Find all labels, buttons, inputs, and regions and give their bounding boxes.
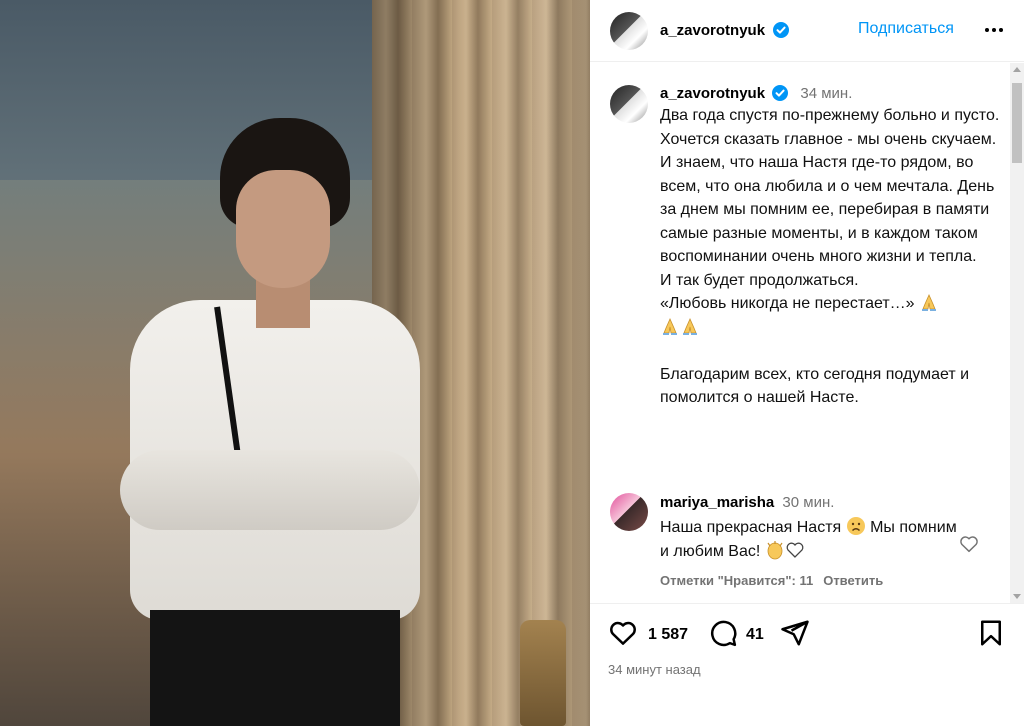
comment-text-part1: Наша прекрасная Настя (660, 519, 842, 536)
face (236, 170, 330, 288)
clapping-hands-emoji (767, 540, 783, 559)
post-caption: a_zavorotnyuk 34 мин. Два года спустя по… (610, 85, 1000, 410)
commenter-username[interactable]: mariya_marisha (660, 494, 774, 511)
post-actions-footer: 1 587 41 34 минут назад (590, 603, 1024, 726)
comment-meta: mariya_marisha 30 мин. (660, 493, 960, 513)
bookmark-icon[interactable] (976, 618, 1006, 648)
curtain-tassel (520, 620, 566, 726)
posted-time[interactable]: 34 минут назад (608, 662, 701, 677)
verified-icon (772, 85, 789, 101)
follow-button[interactable]: Подписаться (858, 20, 954, 38)
scroll-up-arrow[interactable] (1013, 67, 1021, 72)
caption-text: Два года спустя по-прежнему больно и пус… (660, 104, 1000, 410)
verified-icon (772, 21, 789, 38)
comment-icon[interactable] (708, 618, 738, 648)
scroll-down-arrow[interactable] (1013, 594, 1021, 599)
reply-button[interactable]: Ответить (823, 573, 883, 588)
woman-portrait (110, 110, 430, 726)
scrollbar-thumb[interactable] (1012, 83, 1022, 163)
caption-text-thanks: Благодарим всех, кто сегодня подумает и … (660, 365, 970, 407)
commenter-avatar[interactable] (610, 493, 648, 531)
caption-body: a_zavorotnyuk 34 мин. Два года спустя по… (660, 85, 1000, 410)
comment-like-heart-icon[interactable] (958, 533, 980, 555)
folded-hands-emoji (663, 317, 677, 335)
more-options-icon[interactable] (982, 18, 1006, 42)
comment-time[interactable]: 30 мин. (782, 494, 834, 511)
author-username-wrap: a_zavorotnyuk (660, 21, 789, 40)
comment-item: mariya_marisha 30 мин. Наша прекрасная Н… (610, 493, 1000, 588)
post-header: a_zavorotnyuk Подписаться (590, 0, 1024, 62)
caption-time[interactable]: 34 мин. (800, 85, 852, 102)
caption-username[interactable]: a_zavorotnyuk (660, 85, 765, 102)
crossed-arms (120, 450, 420, 530)
heart-icon[interactable] (608, 618, 638, 648)
scrollbar[interactable] (1010, 63, 1024, 603)
comments-count[interactable]: 41 (746, 626, 764, 644)
post-photo[interactable] (0, 0, 590, 726)
caption-text-main: Два года спустя по-прежнему больно и пус… (660, 107, 1000, 312)
comments-scroll-area[interactable]: a_zavorotnyuk 34 мин. Два года спустя по… (590, 63, 1008, 603)
author-avatar[interactable] (610, 11, 648, 50)
white-heart-emoji (786, 542, 804, 558)
author-username[interactable]: a_zavorotnyuk (660, 22, 765, 39)
likes-count[interactable]: 1 587 (648, 626, 688, 644)
caption-author-avatar[interactable] (610, 85, 648, 123)
comment-likes-count[interactable]: Отметки "Нравится": 11 (660, 573, 813, 588)
comment-body: mariya_marisha 30 мин. Наша прекрасная Н… (660, 493, 960, 588)
folded-hands-emoji (922, 294, 937, 311)
folded-hands-emoji (683, 317, 697, 335)
black-pants (150, 610, 400, 726)
comment-actions: Отметки "Нравится": 11 Ответить (660, 573, 960, 588)
comment-text: Наша прекрасная Настя Мы помним и любим … (660, 516, 960, 563)
post-sidebar: a_zavorotnyuk Подписаться a_zavorotnyuk (590, 0, 1024, 726)
sad-face-emoji (846, 517, 865, 535)
share-icon[interactable] (780, 618, 810, 648)
caption-meta: a_zavorotnyuk 34 мин. (660, 85, 1000, 102)
